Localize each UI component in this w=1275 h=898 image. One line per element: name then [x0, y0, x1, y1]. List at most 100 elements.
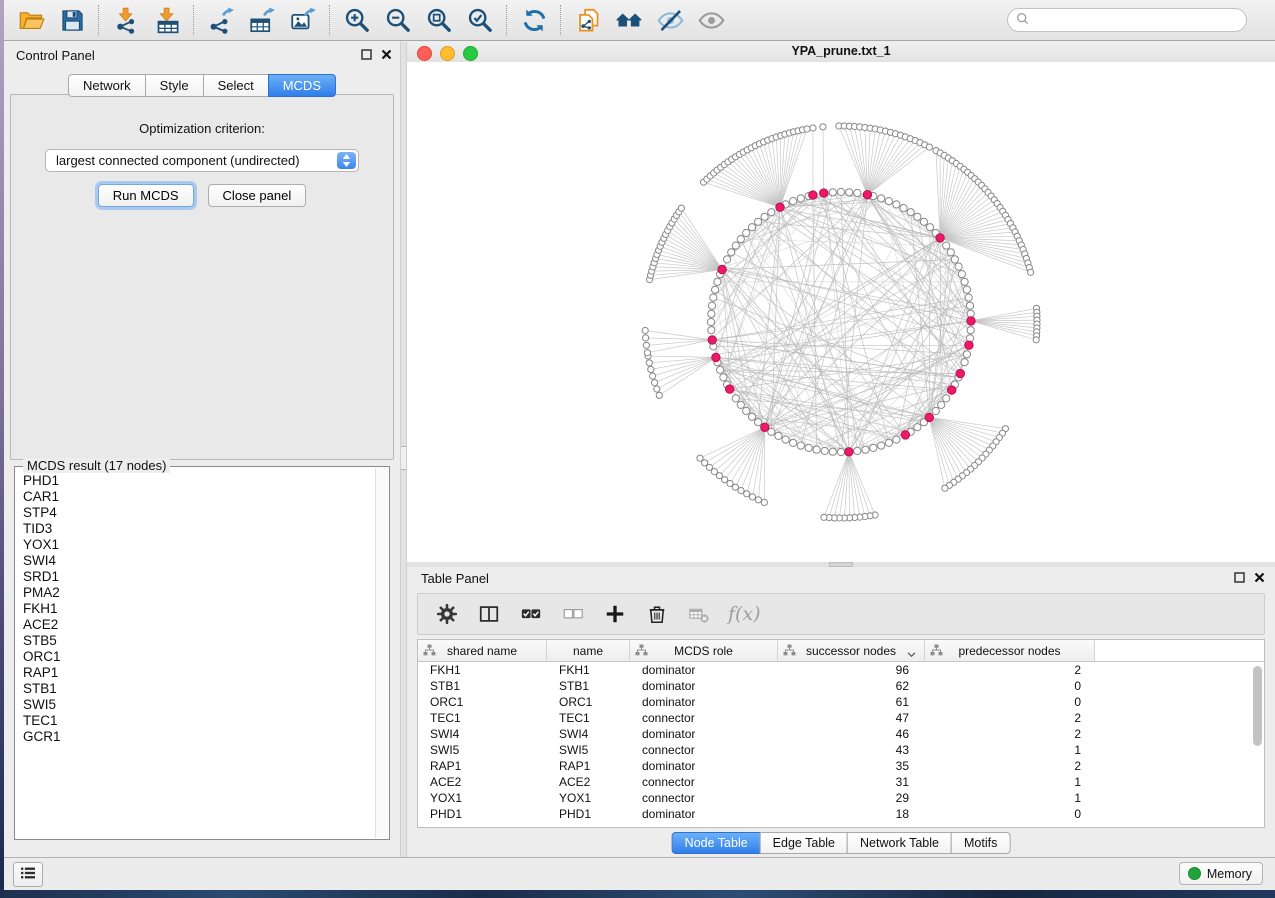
- table-cell: connector: [630, 790, 778, 806]
- tab-node-table[interactable]: Node Table: [672, 832, 761, 854]
- table-cell: SWI5: [547, 742, 630, 758]
- mcds-result-item: CAR1: [23, 489, 375, 505]
- node-table: shared name name MCDS rolesuccessor nodesp…: [417, 639, 1265, 828]
- float-table-panel-icon[interactable]: [1233, 571, 1245, 583]
- table-cell: connector: [630, 774, 778, 790]
- export-table-icon[interactable]: [245, 5, 279, 35]
- mcds-result-item: SWI5: [23, 697, 375, 713]
- task-history-button[interactable]: [13, 862, 43, 887]
- export-image-icon[interactable]: [286, 5, 320, 35]
- table-row[interactable]: YOX1YOX1connector291: [418, 790, 1264, 806]
- zoom-in-icon[interactable]: [340, 5, 374, 35]
- column-header-mcds-role[interactable]: MCDS role: [630, 640, 778, 661]
- vertical-splitter[interactable]: [400, 42, 407, 858]
- control-panel-tabs: NetworkStyleSelectMCDS: [4, 74, 400, 97]
- add-column-icon[interactable]: [602, 601, 628, 627]
- result-scrollbar[interactable]: [375, 468, 388, 838]
- search-icon: [1016, 12, 1030, 29]
- toolbar-separator: [193, 5, 195, 35]
- table-cell: ACE2: [418, 774, 547, 790]
- table-cell-filler: [1095, 678, 1264, 694]
- table-row[interactable]: PHD1PHD1dominator180: [418, 806, 1264, 822]
- table-cell-filler: [1095, 758, 1264, 774]
- column-label: shared name: [447, 644, 517, 658]
- table-scrollbar[interactable]: [1253, 666, 1262, 746]
- mcds-result-item: TID3: [23, 521, 375, 537]
- deselect-all-icon[interactable]: [560, 601, 586, 627]
- table-cell: 1: [925, 774, 1095, 790]
- close-panel-icon[interactable]: [380, 48, 392, 60]
- table-row[interactable]: SWI5SWI5connector431: [418, 742, 1264, 758]
- table-row[interactable]: STB1STB1dominator620: [418, 678, 1264, 694]
- table-cell: connector: [630, 710, 778, 726]
- settings-icon[interactable]: [434, 601, 460, 627]
- status-bar: Memory: [4, 857, 1275, 890]
- tab-mcds[interactable]: MCDS: [268, 74, 336, 97]
- network-canvas[interactable]: [407, 62, 1275, 562]
- close-table-panel-icon[interactable]: [1253, 571, 1265, 583]
- zoom-selected-icon[interactable]: [463, 5, 497, 35]
- mcds-result-item: PMA2: [23, 585, 375, 601]
- dropdown-stepper-icon: [337, 152, 356, 169]
- list-icon: [20, 866, 36, 883]
- column-header-name[interactable]: name: [547, 640, 630, 661]
- close-panel-button[interactable]: Close panel: [208, 184, 307, 207]
- zoom-fit-icon[interactable]: [422, 5, 456, 35]
- close-window-icon[interactable]: [417, 46, 432, 61]
- zoom-out-icon[interactable]: [381, 5, 415, 35]
- clone-network-icon[interactable]: [571, 5, 605, 35]
- column-header-predecessor-nodes[interactable]: predecessor nodes: [925, 640, 1095, 661]
- memory-button[interactable]: Memory: [1179, 862, 1263, 885]
- criterion-dropdown[interactable]: largest connected component (undirected): [45, 149, 359, 172]
- table-cell-filler: [1095, 662, 1264, 678]
- save-icon[interactable]: [55, 5, 89, 35]
- table-row[interactable]: ACE2ACE2connector311: [418, 774, 1264, 790]
- column-header-successor-nodes[interactable]: successor nodes: [778, 640, 925, 661]
- mcds-result-item: RAP1: [23, 665, 375, 681]
- select-all-icon[interactable]: [518, 601, 544, 627]
- run-mcds-button[interactable]: Run MCDS: [98, 184, 194, 207]
- tab-network[interactable]: Network: [68, 74, 146, 97]
- table-cell: 0: [925, 678, 1095, 694]
- column-header-shared-name[interactable]: shared name: [418, 640, 547, 661]
- open-icon[interactable]: [14, 5, 48, 35]
- network-title: YPA_prune.txt_1: [407, 42, 1275, 61]
- tab-motifs[interactable]: Motifs: [951, 832, 1010, 854]
- tab-style[interactable]: Style: [145, 74, 204, 97]
- table-cell: 2: [925, 726, 1095, 742]
- refresh-icon[interactable]: [517, 5, 551, 35]
- hide-selected-icon[interactable]: [653, 5, 687, 35]
- table-row[interactable]: FKH1FKH1dominator962: [418, 662, 1264, 678]
- tab-select[interactable]: Select: [203, 74, 269, 97]
- first-neighbors-icon[interactable]: [612, 5, 646, 35]
- minimize-window-icon[interactable]: [440, 46, 455, 61]
- maximize-window-icon[interactable]: [463, 46, 478, 61]
- import-network-icon[interactable]: [109, 5, 143, 35]
- float-panel-icon[interactable]: [360, 48, 372, 60]
- tab-edge-table[interactable]: Edge Table: [760, 832, 848, 854]
- mcds-result-item: STP4: [23, 505, 375, 521]
- search-input[interactable]: [1030, 13, 1246, 27]
- table-row[interactable]: RAP1RAP1dominator352: [418, 758, 1264, 774]
- table-row[interactable]: SWI4SWI4dominator462: [418, 726, 1264, 742]
- table-cell: YOX1: [418, 790, 547, 806]
- table-row[interactable]: TEC1TEC1connector472: [418, 710, 1264, 726]
- control-panel: Control Panel NetworkStyleSelectMCDS Opt…: [4, 42, 400, 858]
- tree-icon: [783, 644, 796, 659]
- import-table-icon[interactable]: [150, 5, 184, 35]
- function-builder-icon: f(x): [728, 601, 761, 627]
- table-row[interactable]: ORC1ORC1dominator610: [418, 694, 1264, 710]
- delete-column-icon[interactable]: [644, 601, 670, 627]
- mcds-result-list[interactable]: PHD1CAR1STP4TID3YOX1SWI4SRD1PMA2FKH1ACE2…: [23, 473, 375, 837]
- table-cell: dominator: [630, 726, 778, 742]
- split-panel-icon[interactable]: [476, 601, 502, 627]
- column-label: name: [573, 644, 603, 658]
- table-cell: dominator: [630, 806, 778, 822]
- export-network-icon[interactable]: [204, 5, 238, 35]
- vertical-splitter-handle[interactable]: [401, 446, 406, 470]
- show-all-icon[interactable]: [694, 5, 728, 35]
- optimization-criterion-label: Optimization criterion:: [11, 121, 393, 136]
- table-cell: RAP1: [547, 758, 630, 774]
- tab-network-table[interactable]: Network Table: [847, 832, 952, 854]
- mcds-result-item: ACE2: [23, 617, 375, 633]
